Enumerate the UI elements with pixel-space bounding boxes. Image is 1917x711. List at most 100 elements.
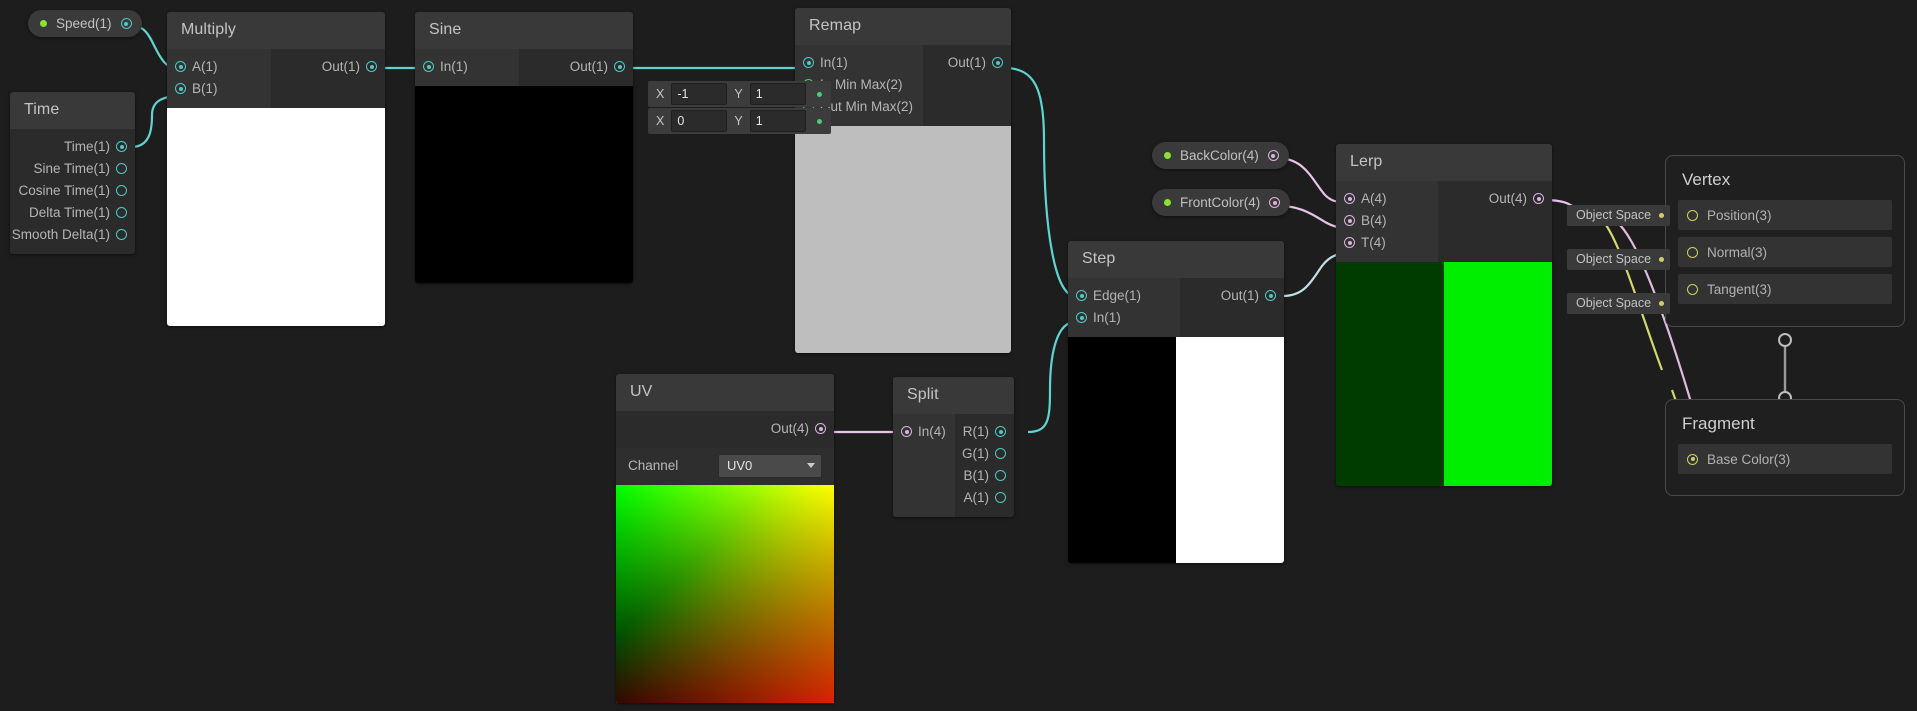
input-port-row[interactable]: In(1) — [1068, 307, 1180, 329]
property-label: BackColor(4) — [1180, 148, 1259, 163]
port-dot[interactable] — [1687, 246, 1698, 258]
port-dot[interactable] — [366, 61, 377, 73]
uv-channel-row[interactable]: Channel UV0 — [616, 447, 834, 485]
node-lerp[interactable]: Lerp A(4) B(4) T(4) Out(4) — [1336, 144, 1552, 486]
channel-dropdown[interactable]: UV0 — [718, 453, 822, 478]
input-port-row[interactable]: Edge(1) — [1068, 285, 1180, 307]
port-dot[interactable] — [1344, 237, 1355, 249]
input-port-row[interactable]: B(1) — [167, 78, 271, 100]
port-dot[interactable] — [1687, 283, 1698, 295]
output-port-row[interactable]: Out(1) — [519, 56, 633, 78]
master-node-fragment[interactable]: Fragment Base Color(3) — [1665, 399, 1905, 496]
output-port-dot[interactable] — [1269, 197, 1281, 208]
output-port-row[interactable]: Out(1) — [923, 52, 1011, 74]
port-dot[interactable] — [175, 61, 186, 73]
input-port-row[interactable]: A(4) — [1336, 188, 1438, 210]
master-slot-position[interactable]: Position(3) — [1678, 200, 1892, 230]
node-uv[interactable]: UV Out(4) Channel UV0 — [616, 374, 834, 703]
out-min-input[interactable]: 0 — [671, 110, 728, 132]
output-port-row[interactable]: G(1) — [955, 443, 1014, 465]
port-label: Out(4) — [770, 421, 809, 437]
property-node-backcolor[interactable]: BackColor(4) — [1152, 142, 1289, 169]
port-dot[interactable] — [1687, 209, 1698, 221]
output-port-row[interactable]: Delta Time(1) — [10, 202, 135, 224]
input-port-row[interactable]: T(4) — [1336, 232, 1438, 254]
graph-canvas[interactable]: Speed(1) BackColor(4) FrontColor(4) Time… — [0, 0, 1917, 711]
output-port-row[interactable]: A(1) — [955, 487, 1014, 509]
port-label: Time(1) — [64, 139, 110, 155]
node-step[interactable]: Step Edge(1) In(1) Out(1) — [1068, 241, 1284, 563]
port-dot[interactable] — [116, 229, 127, 241]
tag-connector-dot[interactable] — [1659, 212, 1665, 218]
out-max-input[interactable]: 1 — [749, 110, 806, 132]
port-dot[interactable] — [1687, 453, 1698, 465]
port-dot[interactable] — [995, 448, 1006, 460]
master-slot-base-color[interactable]: Base Color(3) — [1678, 444, 1892, 474]
space-tag-normal[interactable]: Object Space — [1567, 249, 1671, 270]
input-port-row[interactable]: In(1) — [415, 56, 519, 78]
node-remap[interactable]: Remap In(1) In Min Max(2) Out Min Max(2) — [795, 8, 1011, 353]
port-dot[interactable] — [116, 207, 127, 219]
tag-connector-dot[interactable] — [1659, 300, 1665, 306]
field-connector-dot[interactable] — [816, 91, 822, 97]
output-port-row[interactable]: Cosine Time(1) — [10, 180, 135, 202]
output-port-row[interactable]: Out(1) — [271, 56, 385, 78]
output-port-row[interactable]: Sine Time(1) — [10, 158, 135, 180]
node-title: Fragment — [1682, 414, 1755, 433]
port-dot[interactable] — [116, 163, 127, 175]
output-port-row[interactable]: R(1) — [955, 421, 1014, 443]
input-port-row[interactable]: In(4) — [893, 421, 955, 443]
master-node-vertex[interactable]: Vertex Position(3) Normal(3) Tangent(3) — [1665, 155, 1905, 327]
input-port-row[interactable]: A(1) — [167, 56, 271, 78]
output-port-row[interactable]: Time(1) — [10, 136, 135, 158]
node-preview — [616, 484, 834, 703]
space-tag-label: Object Space — [1576, 208, 1652, 222]
node-sine[interactable]: Sine In(1) Out(1) — [415, 12, 633, 283]
output-port-dot[interactable] — [1267, 150, 1279, 161]
port-dot[interactable] — [1265, 290, 1276, 302]
remap-in-min-max-field[interactable]: X -1 Y 1 — [648, 81, 831, 107]
node-split[interactable]: Split In(4) R(1) G(1) B(1) A(1) — [893, 377, 1014, 517]
master-slot-tangent[interactable]: Tangent(3) — [1678, 274, 1892, 304]
output-port-row[interactable]: Out(1) — [1180, 285, 1284, 307]
port-dot[interactable] — [614, 61, 625, 73]
port-dot[interactable] — [175, 83, 186, 95]
port-dot[interactable] — [116, 185, 127, 197]
input-port-row[interactable]: B(4) — [1336, 210, 1438, 232]
property-node-frontcolor[interactable]: FrontColor(4) — [1152, 189, 1291, 216]
space-tag-tangent[interactable]: Object Space — [1567, 293, 1671, 314]
port-dot[interactable] — [423, 61, 434, 73]
in-min-input[interactable]: -1 — [671, 83, 728, 105]
master-slot-normal[interactable]: Normal(3) — [1678, 237, 1892, 267]
output-port-row[interactable]: Out(4) — [616, 418, 834, 440]
space-tag-position[interactable]: Object Space — [1567, 205, 1671, 226]
node-time[interactable]: Time Time(1) Sine Time(1) Cosine Time(1)… — [10, 92, 135, 254]
port-dot[interactable] — [995, 492, 1006, 504]
port-label: In(4) — [918, 424, 946, 440]
slot-label: Position(3) — [1707, 207, 1772, 223]
port-dot[interactable] — [815, 423, 826, 435]
port-dot[interactable] — [1533, 193, 1544, 205]
output-port-row[interactable]: B(1) — [955, 465, 1014, 487]
port-dot[interactable] — [803, 57, 814, 69]
output-port-row[interactable]: Smooth Delta(1) — [10, 224, 135, 246]
port-dot[interactable] — [1076, 312, 1087, 324]
port-dot[interactable] — [1344, 193, 1355, 205]
port-dot[interactable] — [1344, 215, 1355, 227]
output-port-row[interactable]: Out(4) — [1438, 188, 1552, 210]
property-node-speed[interactable]: Speed(1) — [28, 10, 142, 37]
field-connector-dot[interactable] — [816, 118, 822, 124]
remap-out-min-max-field[interactable]: X 0 Y 1 — [648, 108, 831, 134]
output-port-dot[interactable] — [120, 18, 132, 29]
port-dot[interactable] — [992, 57, 1003, 69]
port-dot[interactable] — [901, 426, 912, 438]
port-dot[interactable] — [116, 141, 127, 153]
port-dot[interactable] — [995, 470, 1006, 482]
port-label: B(1) — [963, 468, 989, 484]
node-multiply[interactable]: Multiply A(1) B(1) Out(1) — [167, 12, 385, 326]
input-port-row[interactable]: In(1) — [795, 52, 923, 74]
tag-connector-dot[interactable] — [1659, 256, 1665, 262]
port-dot[interactable] — [1076, 290, 1087, 302]
port-dot[interactable] — [995, 426, 1006, 438]
in-max-input[interactable]: 1 — [749, 83, 806, 105]
